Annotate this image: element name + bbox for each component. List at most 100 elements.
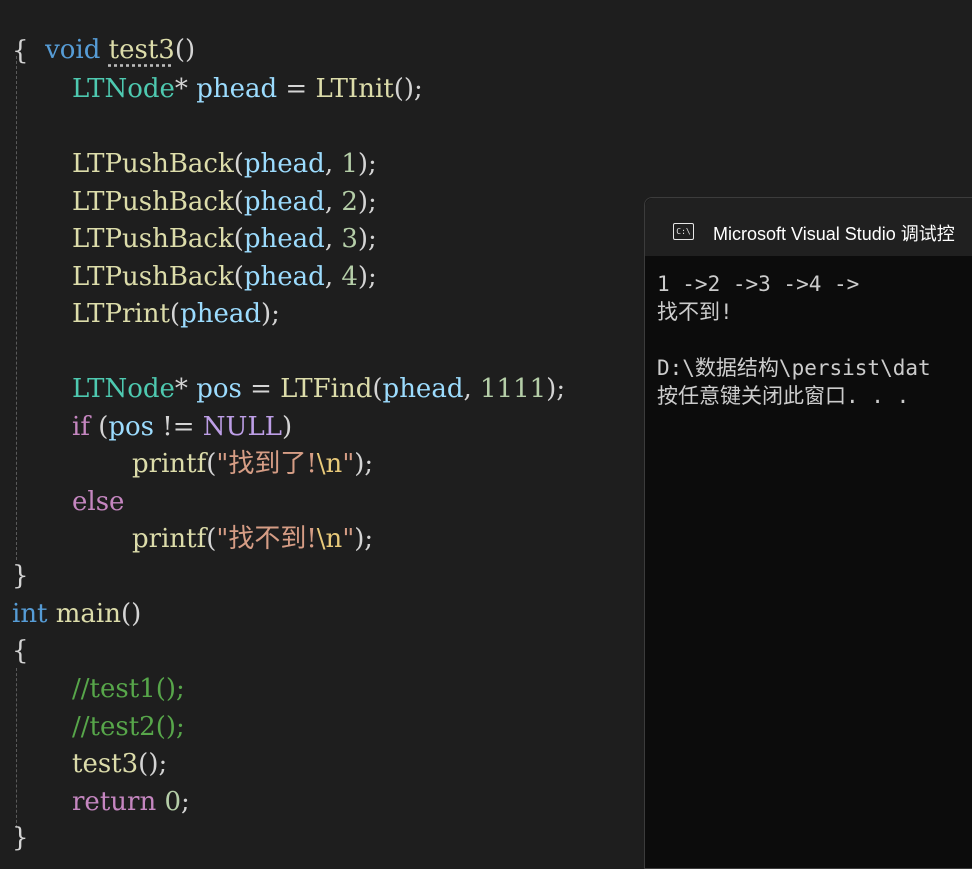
punctuation: * [174,374,188,404]
code-line[interactable]: test3(); [72,746,167,782]
keyword: void [45,35,101,65]
console-output-line: 找不到! [657,300,733,324]
brace: } [12,823,29,853]
brace: { [12,36,29,66]
punctuation: ( [206,524,217,554]
punctuation: ( [372,374,383,404]
code-line[interactable]: LTPushBack(phead, 4); [72,259,377,295]
code-line[interactable]: LTPrint(phead); [72,296,280,332]
number-literal: 1 [341,149,358,179]
keyword: if [72,412,90,442]
code-line[interactable]: printf("找到了!\n"); [132,446,373,482]
punctuation: ( [233,149,244,179]
operator: = [285,74,308,104]
function-name[interactable]: test3 [109,35,175,65]
variable: phead [243,224,325,254]
code-line[interactable]: if (pos != NULL) [72,409,292,445]
code-line[interactable]: LTNode* pos = LTFind(phead, 1111); [72,371,565,407]
number-literal: 4 [341,262,358,292]
function-call: LTFind [280,374,373,404]
function-call: LTPushBack [72,262,234,292]
brace: } [12,561,29,591]
type-name: LTNode [72,374,175,404]
function-name[interactable]: main [56,599,121,629]
function-call: LTInit [315,74,394,104]
code-line[interactable]: LTPushBack(phead, 2); [72,184,377,220]
punctuation: ( [98,412,109,442]
variable: phead [243,187,325,217]
brace: { [12,636,29,666]
punctuation: , [463,374,480,404]
code-line[interactable]: return 0; [72,784,190,820]
punctuation: ); [357,187,377,217]
punctuation: * [174,74,188,104]
console-output-line: D:\数据结构\persist\dat [657,356,931,380]
punctuation: ( [233,262,244,292]
code-line[interactable]: else [72,484,124,520]
keyword: int [12,599,48,629]
code-line[interactable]: LTPushBack(phead, 3); [72,221,377,257]
punctuation: ( [233,224,244,254]
variable: phead [196,74,278,104]
variable: pos [108,412,155,442]
punctuation: ); [354,524,374,554]
console-output-line: 1 ->2 ->3 ->4 -> [657,272,860,296]
function-call: printf [132,449,207,479]
number-literal: 2 [341,187,358,217]
string-literal: " [342,449,355,479]
punctuation: ( [206,449,217,479]
punctuation: ); [357,224,377,254]
function-call: test3 [72,749,139,779]
punctuation: ; [181,787,190,817]
variable: phead [180,299,261,329]
punctuation: ) [281,412,293,442]
code-line[interactable]: printf("找不到!\n"); [132,521,373,557]
punctuation: ( [233,187,244,217]
punctuation: () [174,35,196,65]
code-line[interactable]: } [12,558,29,594]
code-line[interactable]: { [12,33,29,69]
operator: = [250,374,272,404]
operator: != [162,412,195,442]
escape-sequence: \n [316,449,343,479]
console-app-icon: C:\ [673,223,694,240]
punctuation: ); [357,262,377,292]
variable: phead [382,374,464,404]
punctuation: () [121,599,142,629]
function-call: LTPushBack [72,224,234,254]
comment: //test1(); [72,674,185,704]
punctuation: , [324,224,342,254]
function-call: LTPushBack [72,187,234,217]
punctuation: ); [546,374,566,404]
code-line[interactable]: LTPushBack(phead, 1); [72,146,377,182]
console-title-bar[interactable]: C:\ Microsoft Visual Studio 调试控 [645,198,972,256]
variable: phead [243,149,325,179]
punctuation: ); [357,149,377,179]
code-line[interactable]: //test2(); [72,709,185,745]
number-literal: 0 [164,787,181,817]
console-title: Microsoft Visual Studio 调试控 [713,224,955,244]
comment: //test2(); [72,712,185,742]
function-call: printf [132,524,207,554]
code-line[interactable]: { [12,633,29,669]
keyword: return [72,787,157,817]
escape-sequence: \n [316,524,343,554]
variable: phead [243,262,325,292]
variable: pos [196,374,242,404]
string-literal: "找不到! [216,524,317,554]
punctuation: , [324,187,342,217]
punctuation: ); [261,299,280,329]
punctuation: (); [138,749,168,779]
code-line[interactable]: LTNode* phead = LTInit(); [72,71,423,107]
number-literal: 1111 [480,374,547,404]
code-line[interactable]: void test3() [12,0,195,65]
number-literal: 3 [341,224,358,254]
indent-guide [16,56,17,560]
debug-console-window[interactable]: C:\ Microsoft Visual Studio 调试控 1 ->2 ->… [644,197,972,869]
punctuation: , [324,149,342,179]
code-line[interactable]: //test1(); [72,671,185,707]
code-line[interactable]: } [12,820,29,856]
string-literal: "找到了! [216,449,317,479]
punctuation: ( [169,299,181,329]
code-line[interactable]: int main() [12,596,141,632]
